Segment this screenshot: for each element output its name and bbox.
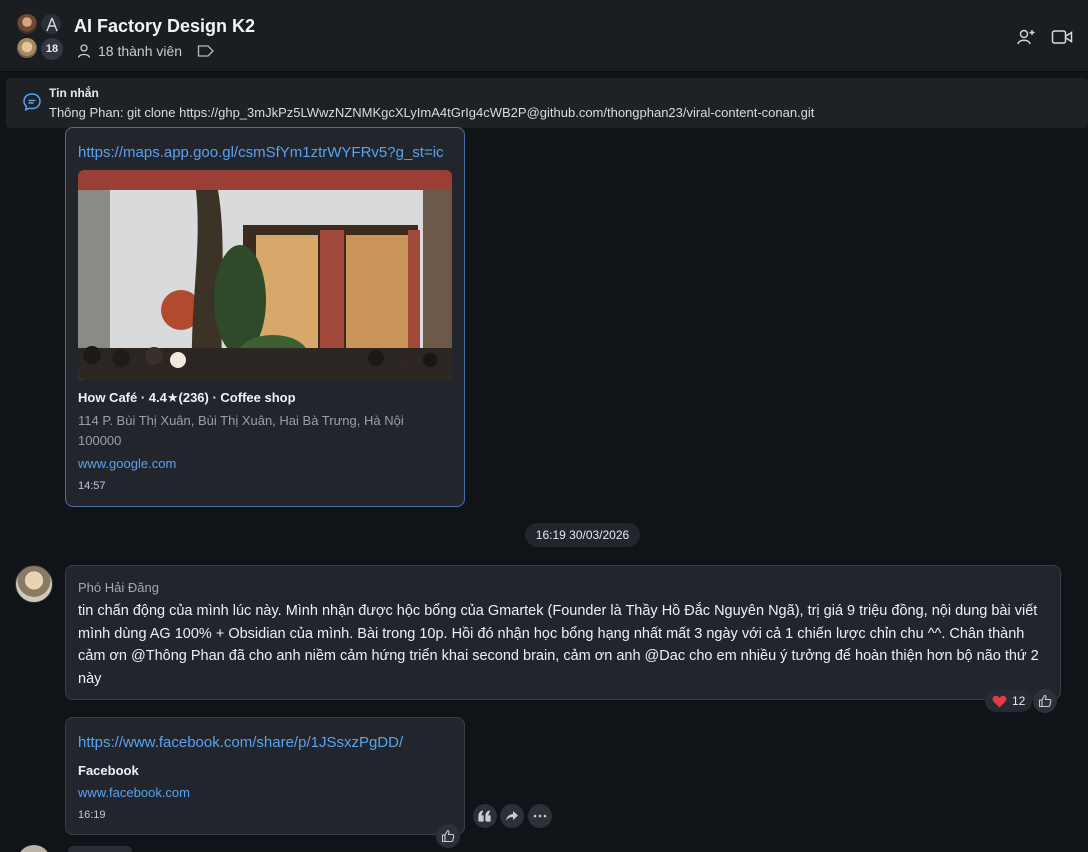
video-call-button[interactable] [1051,26,1073,48]
facebook-title: Facebook [78,763,139,778]
facebook-link-card[interactable]: https://www.facebook.com/share/p/1JSsxzP… [65,717,465,835]
place-postcode: 100000 [78,433,122,448]
quote-reply-button[interactable] [473,804,497,828]
place-photo[interactable] [78,170,452,380]
tag-icon[interactable] [197,44,215,58]
heart-icon [992,695,1007,707]
place-address: 114 P. Bùi Thị Xuân, Bùi Thị Xuân, Hai B… [78,413,404,428]
sender-avatar[interactable] [15,565,53,603]
like-button[interactable] [436,824,460,848]
member-avatar [40,13,62,35]
group-title[interactable]: AI Factory Design K2 [74,16,255,37]
message-time: 14:57 [78,480,106,492]
facebook-link[interactable]: https://www.facebook.com/share/p/1JSsxzP… [78,734,403,751]
add-member-button[interactable] [1015,26,1037,48]
chat-header: 18 AI Factory Design K2 18 thành viên [0,0,1088,72]
user-icon [77,44,91,58]
maps-link[interactable]: https://maps.app.goo.gl/csmSfYm1ztrWYFRv… [78,144,444,161]
quote-icon [478,810,491,822]
like-button[interactable] [1033,689,1057,713]
link-preview-card[interactable]: https://maps.app.goo.gl/csmSfYm1ztrWYFRv… [65,127,465,507]
member-avatar [16,13,38,35]
facebook-domain-link[interactable]: www.facebook.com [78,785,190,800]
pinned-title: Tin nhắn [49,86,99,100]
group-avatar[interactable]: 18 [14,12,64,62]
video-icon [1051,30,1073,44]
sender-name[interactable]: Phó Hải Đăng [78,580,159,595]
date-separator: 16:19 30/03/2026 [525,523,640,547]
next-sender-name [68,846,132,852]
members-button[interactable]: 18 thành viên [76,43,182,59]
member-avatar [16,37,38,59]
reaction-badge[interactable]: 12 [985,690,1033,712]
thumbs-up-icon [441,829,455,843]
more-icon [533,814,547,818]
forward-button[interactable] [500,804,524,828]
place-domain-link[interactable]: www.google.com [78,456,176,471]
members-label: 18 thành viên [98,43,183,59]
thumbs-up-icon [1038,694,1052,708]
reaction-count: 12 [1012,694,1026,708]
member-count-badge: 18 [40,37,64,61]
message-text: tin chấn động của mình lúc này. Mình nhậ… [78,603,1039,687]
message-time: 16:19 [78,809,106,821]
add-user-icon [1017,29,1035,45]
share-arrow-icon [506,811,518,821]
pinned-message-bar[interactable]: Tin nhắn Thông Phan: git clone https://g… [6,78,1088,128]
place-title: How Café · 4.4★(236) · Coffee shop [78,390,296,405]
more-options-button[interactable] [528,804,552,828]
pinned-text: Thông Phan: git clone https://ghp_3mJkPz… [49,105,815,120]
chat-bubble-icon [23,93,41,112]
next-sender-avatar[interactable] [17,845,51,852]
